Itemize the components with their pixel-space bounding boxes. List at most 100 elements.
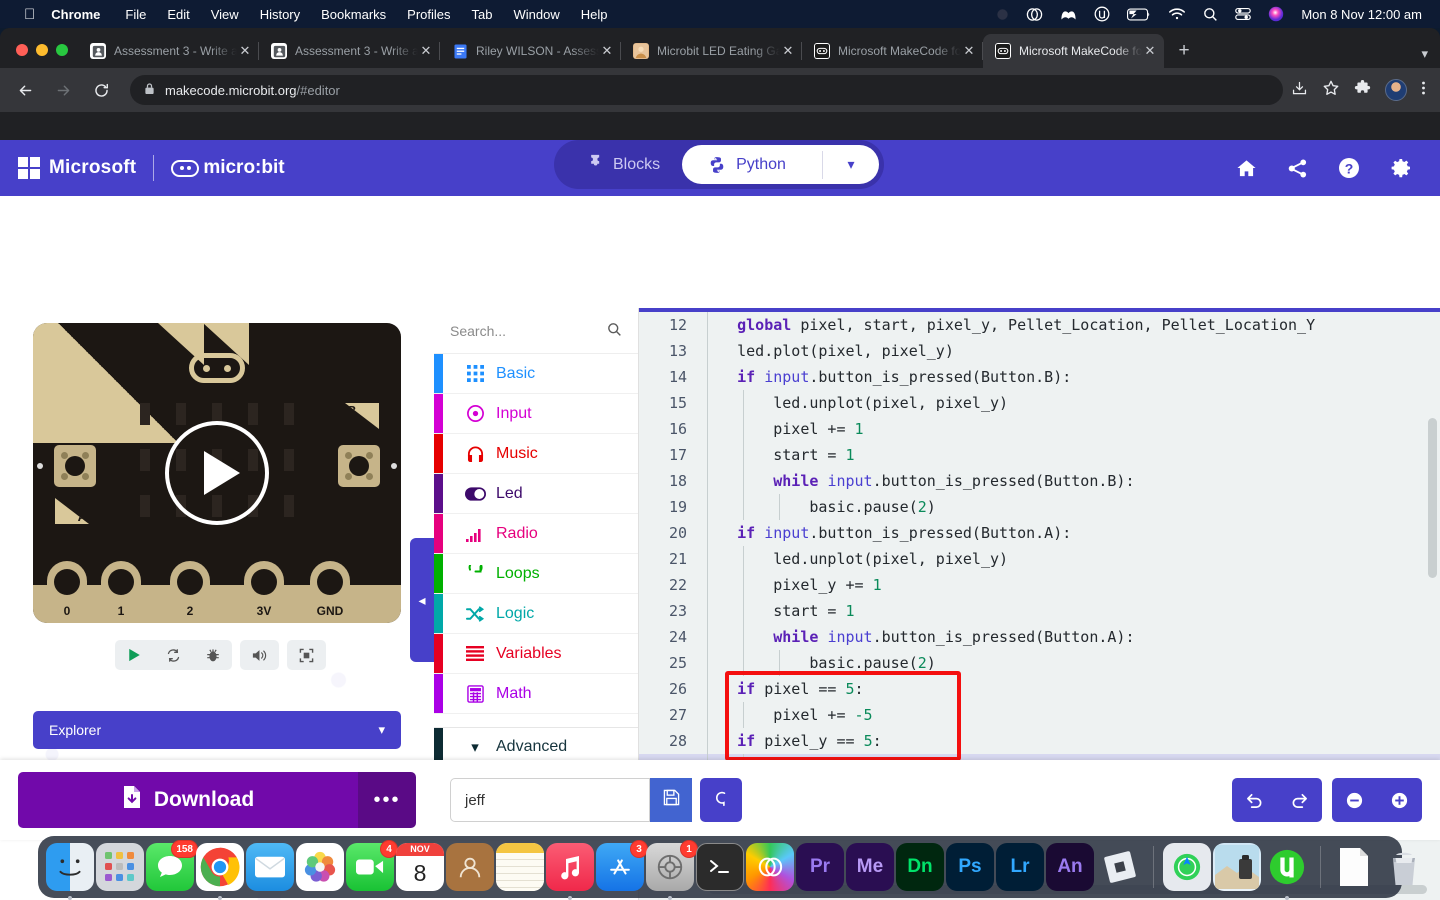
- siri-icon[interactable]: [1268, 6, 1284, 22]
- code-line[interactable]: 20 if input.button_is_pressed(Button.A):: [639, 520, 1440, 546]
- dock-item-music[interactable]: [546, 843, 594, 900]
- dock-item-launchpad[interactable]: [96, 843, 144, 891]
- pin-1[interactable]: 1: [101, 561, 141, 623]
- settings-gear-icon[interactable]: [1390, 157, 1412, 179]
- pin-2[interactable]: 2: [170, 561, 210, 623]
- board-button-a[interactable]: [54, 445, 96, 487]
- zoom-out-icon[interactable]: [1332, 778, 1377, 822]
- chevron-down-icon[interactable]: ▾: [1421, 46, 1428, 62]
- menu-item-profiles[interactable]: Profiles: [407, 7, 450, 22]
- menu-item-window[interactable]: Window: [514, 7, 560, 22]
- reload-icon[interactable]: [86, 75, 116, 105]
- search-icon[interactable]: [1203, 7, 1218, 22]
- code-line[interactable]: 25 basic.pause(2): [639, 650, 1440, 676]
- play-icon[interactable]: [165, 421, 269, 525]
- menu-item-edit[interactable]: Edit: [167, 7, 189, 22]
- menu-item-help[interactable]: Help: [581, 7, 608, 22]
- download-button[interactable]: Download: [18, 772, 358, 828]
- dock-item-facetime[interactable]: 4: [346, 840, 398, 891]
- code-line[interactable]: 24 while input.button_is_pressed(Button.…: [639, 624, 1440, 650]
- toolbox-category-music[interactable]: Music: [434, 434, 638, 474]
- toolbox-category-led[interactable]: Led: [434, 474, 638, 514]
- toolbox-category-radio[interactable]: Radio: [434, 514, 638, 554]
- back-arrow-icon[interactable]: [10, 75, 40, 105]
- code-line[interactable]: 22 pixel_y += 1: [639, 572, 1440, 598]
- undo-icon[interactable]: [1232, 778, 1277, 822]
- extensions-puzzle-icon[interactable]: [1354, 79, 1371, 101]
- close-tab-button[interactable]: ✕: [599, 43, 615, 59]
- dock-item-downloads-stack[interactable]: [1330, 843, 1378, 891]
- browser-tab-1[interactable]: Assessment 3 - Write a N ✕: [78, 34, 259, 68]
- code-lines[interactable]: 12 global pixel, start, pixel_y, Pellet_…: [639, 312, 1440, 780]
- code-line[interactable]: 15 led.unplot(pixel, pixel_y): [639, 390, 1440, 416]
- restart-icon[interactable]: [154, 640, 193, 670]
- pin-gnd[interactable]: GND: [310, 561, 350, 623]
- zoom-in-icon[interactable]: [1377, 778, 1422, 822]
- close-tab-button[interactable]: ✕: [1142, 43, 1158, 59]
- dock-item-adobe-creative-cloud[interactable]: [746, 843, 794, 891]
- install-app-icon[interactable]: [1291, 80, 1308, 101]
- close-window-button[interactable]: [16, 44, 28, 56]
- battery-charging-icon[interactable]: [1127, 8, 1151, 21]
- close-tab-button[interactable]: ✕: [780, 43, 796, 59]
- code-line[interactable]: 17 start = 1: [639, 442, 1440, 468]
- chevron-down-icon[interactable]: ▾: [823, 156, 879, 173]
- toolbox-collapse-handle[interactable]: ◂: [410, 538, 434, 662]
- pin-3v[interactable]: 3V: [244, 561, 284, 623]
- dock-item-premiere-pro[interactable]: Pr: [796, 843, 844, 891]
- dock-item-notes[interactable]: [496, 843, 544, 891]
- dock-item-finder[interactable]: [46, 843, 94, 900]
- fullscreen-icon[interactable]: [287, 640, 326, 670]
- bookmark-star-icon[interactable]: [1322, 79, 1340, 101]
- home-icon[interactable]: [1236, 158, 1257, 179]
- github-button[interactable]: [700, 778, 742, 822]
- maximize-window-button[interactable]: [56, 44, 68, 56]
- apple-icon[interactable]: : [24, 7, 35, 22]
- download-more-button[interactable]: •••: [358, 772, 416, 828]
- menu-item-bookmarks[interactable]: Bookmarks: [321, 7, 386, 22]
- code-line[interactable]: 26 if pixel == 5:: [639, 676, 1440, 702]
- toolbox-category-math[interactable]: Math: [434, 674, 638, 714]
- dock-item-contacts[interactable]: [446, 843, 494, 891]
- dock-item-photoshop[interactable]: Ps: [946, 843, 994, 891]
- forward-arrow-icon[interactable]: [48, 75, 78, 105]
- brand-logo[interactable]: Microsoft micro:bit: [18, 155, 285, 181]
- toolbox-category-variables[interactable]: Variables: [434, 634, 638, 674]
- browser-tab-4[interactable]: Microbit LED Eating Gam ✕: [621, 34, 802, 68]
- save-button[interactable]: [650, 778, 692, 822]
- dock-item-animate[interactable]: An: [1046, 843, 1094, 891]
- dock-item-system-preferences[interactable]: 1: [646, 840, 698, 900]
- close-tab-button[interactable]: ✕: [961, 43, 977, 59]
- code-line[interactable]: 21 led.unplot(pixel, pixel_y): [639, 546, 1440, 572]
- record-dot-icon[interactable]: [996, 8, 1009, 21]
- project-name-input[interactable]: jeff: [450, 778, 650, 822]
- dock-item-terminal[interactable]: [696, 843, 744, 891]
- code-line[interactable]: 19 basic.pause(2): [639, 494, 1440, 520]
- browser-tab-5[interactable]: Microsoft MakeCode for ✕: [802, 34, 983, 68]
- dock-item-mail[interactable]: [246, 843, 294, 891]
- debug-bug-icon[interactable]: [193, 640, 232, 670]
- dock-item-photos[interactable]: [296, 843, 344, 891]
- dock-item-trash[interactable]: [1380, 843, 1428, 891]
- menu-item-tab[interactable]: Tab: [472, 7, 493, 22]
- code-line[interactable]: 18 while input.button_is_pressed(Button.…: [639, 468, 1440, 494]
- toolbox-category-input[interactable]: Input: [434, 394, 638, 434]
- toolbox-category-logic[interactable]: Logic: [434, 594, 638, 634]
- code-line[interactable]: 23 start = 1: [639, 598, 1440, 624]
- browser-tab-3[interactable]: Riley WILSON - Assessm ✕: [440, 34, 621, 68]
- browser-tab-2[interactable]: Assessment 3 - Write a N ✕: [259, 34, 440, 68]
- dock-item-find-my[interactable]: [1163, 843, 1211, 891]
- browser-tab-6-active[interactable]: Microsoft MakeCode for ✕: [983, 34, 1164, 68]
- new-tab-button[interactable]: +: [1170, 37, 1198, 65]
- search-icon[interactable]: [607, 322, 622, 340]
- menu-item-history[interactable]: History: [260, 7, 300, 22]
- menu-bar-clock[interactable]: Mon 8 Nov 12:00 am: [1301, 7, 1422, 22]
- share-icon[interactable]: [1287, 158, 1308, 179]
- redo-icon[interactable]: [1277, 778, 1322, 822]
- explorer-panel-toggle[interactable]: Explorer ▾: [33, 711, 401, 749]
- profile-avatar[interactable]: [1385, 79, 1407, 101]
- code-line[interactable]: 27 pixel += -5: [639, 702, 1440, 728]
- dock-item-calendar[interactable]: NOV 8: [396, 843, 444, 891]
- code-line[interactable]: 13 led.plot(pixel, pixel_y): [639, 338, 1440, 364]
- dock-item-media-encoder[interactable]: Me: [846, 843, 894, 891]
